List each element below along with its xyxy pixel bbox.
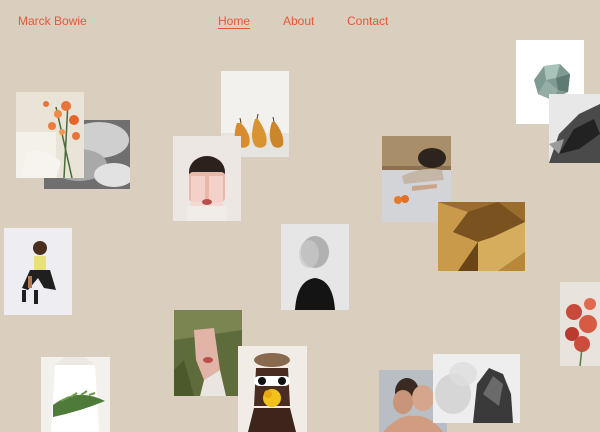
woman-sitting-photo[interactable] — [4, 228, 72, 315]
red-flowers-photo[interactable] — [560, 282, 600, 366]
nav-home-link[interactable]: Home — [218, 14, 250, 28]
blurred-portrait-photo[interactable] — [281, 224, 349, 310]
face-glasses-photo[interactable] — [173, 136, 241, 221]
yellow-flower-sunglasses-photo[interactable] — [238, 346, 307, 432]
dark-abstract-photo[interactable] — [549, 94, 600, 163]
nav-contact-link[interactable]: Contact — [347, 14, 388, 28]
gold-foil-photo[interactable] — [438, 202, 525, 271]
rock-smoke-photo[interactable] — [433, 354, 520, 423]
orange-flowers-photo[interactable] — [16, 92, 84, 178]
nav-about-link[interactable]: About — [283, 14, 314, 28]
brand-logo-link[interactable]: Marck Bowie — [18, 14, 87, 28]
face-in-grass-photo[interactable] — [174, 310, 242, 396]
white-coat-fern-photo[interactable] — [41, 357, 110, 432]
